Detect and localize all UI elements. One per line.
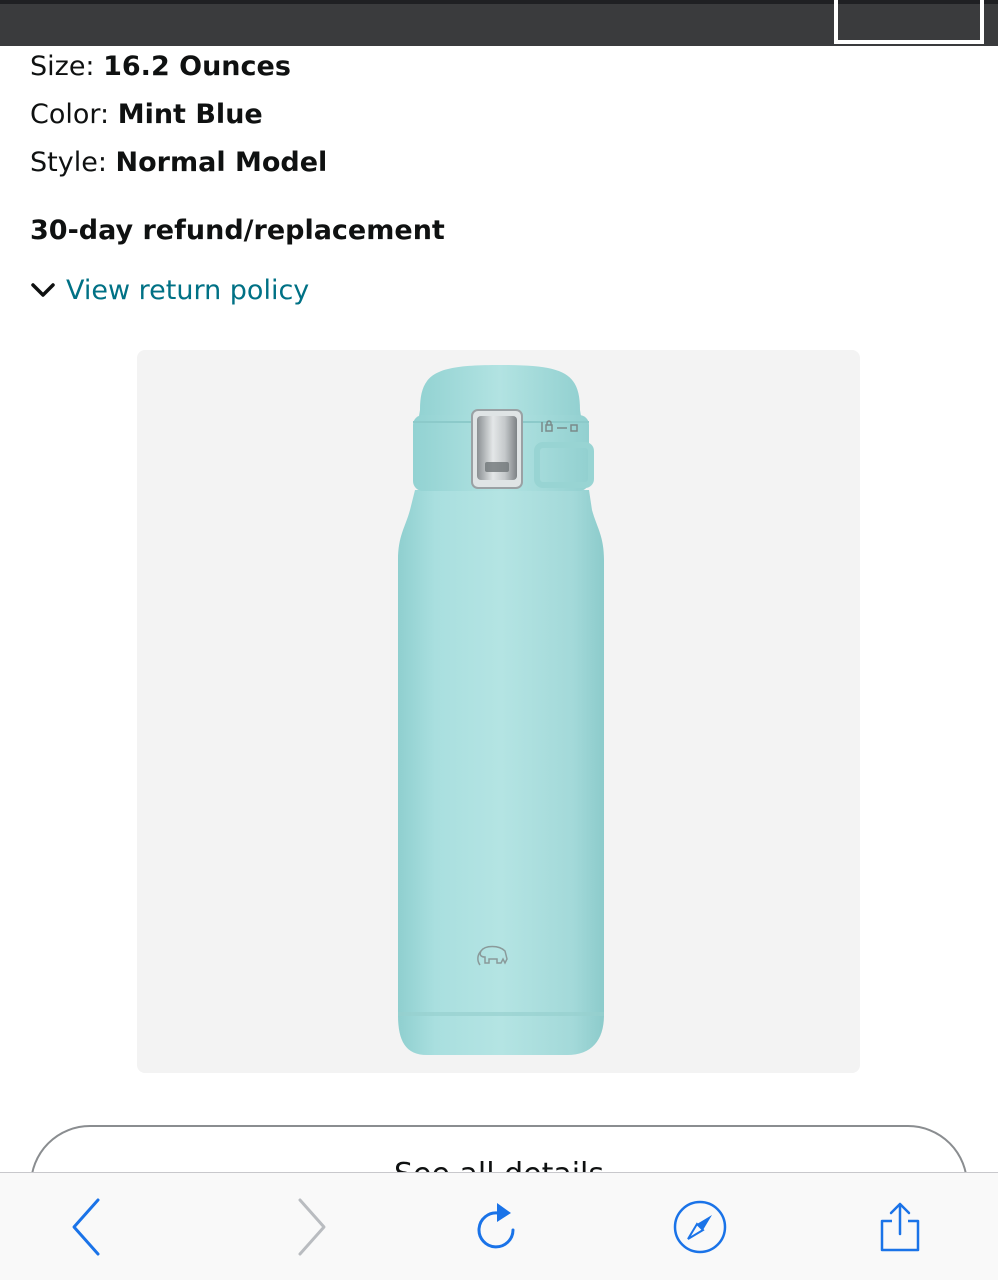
refund-policy-text: 30-day refund/replacement (30, 215, 445, 246)
browser-toolbar (0, 1172, 998, 1280)
color-attribute: Color: Mint Blue (30, 97, 263, 133)
reload-button[interactable] (466, 1195, 530, 1259)
style-label: Style: (30, 147, 116, 178)
compass-icon (672, 1199, 728, 1255)
compass-button[interactable] (668, 1195, 732, 1259)
share-button[interactable] (868, 1195, 932, 1259)
chevron-left-icon (68, 1196, 108, 1258)
forward-button[interactable] (278, 1195, 342, 1259)
chevron-right-icon (290, 1196, 330, 1258)
top-status-bar (0, 0, 998, 46)
return-policy-label: View return policy (66, 274, 310, 306)
reload-icon (473, 1200, 523, 1254)
back-button[interactable] (56, 1195, 120, 1259)
color-value: Mint Blue (117, 99, 263, 130)
style-value: Normal Model (115, 147, 328, 178)
view-return-policy-link[interactable]: View return policy (30, 270, 309, 310)
size-attribute: Size: 16.2 Ounces (30, 49, 291, 85)
top-bar-frame (834, 0, 984, 44)
size-label: Size: (30, 51, 104, 82)
color-label: Color: (30, 99, 118, 130)
bottle-illustration (398, 365, 604, 1055)
style-attribute: Style: Normal Model (30, 145, 327, 181)
size-value: 16.2 Ounces (103, 51, 291, 82)
chevron-down-icon (30, 281, 56, 299)
product-image[interactable] (137, 350, 860, 1073)
share-icon (878, 1201, 922, 1253)
